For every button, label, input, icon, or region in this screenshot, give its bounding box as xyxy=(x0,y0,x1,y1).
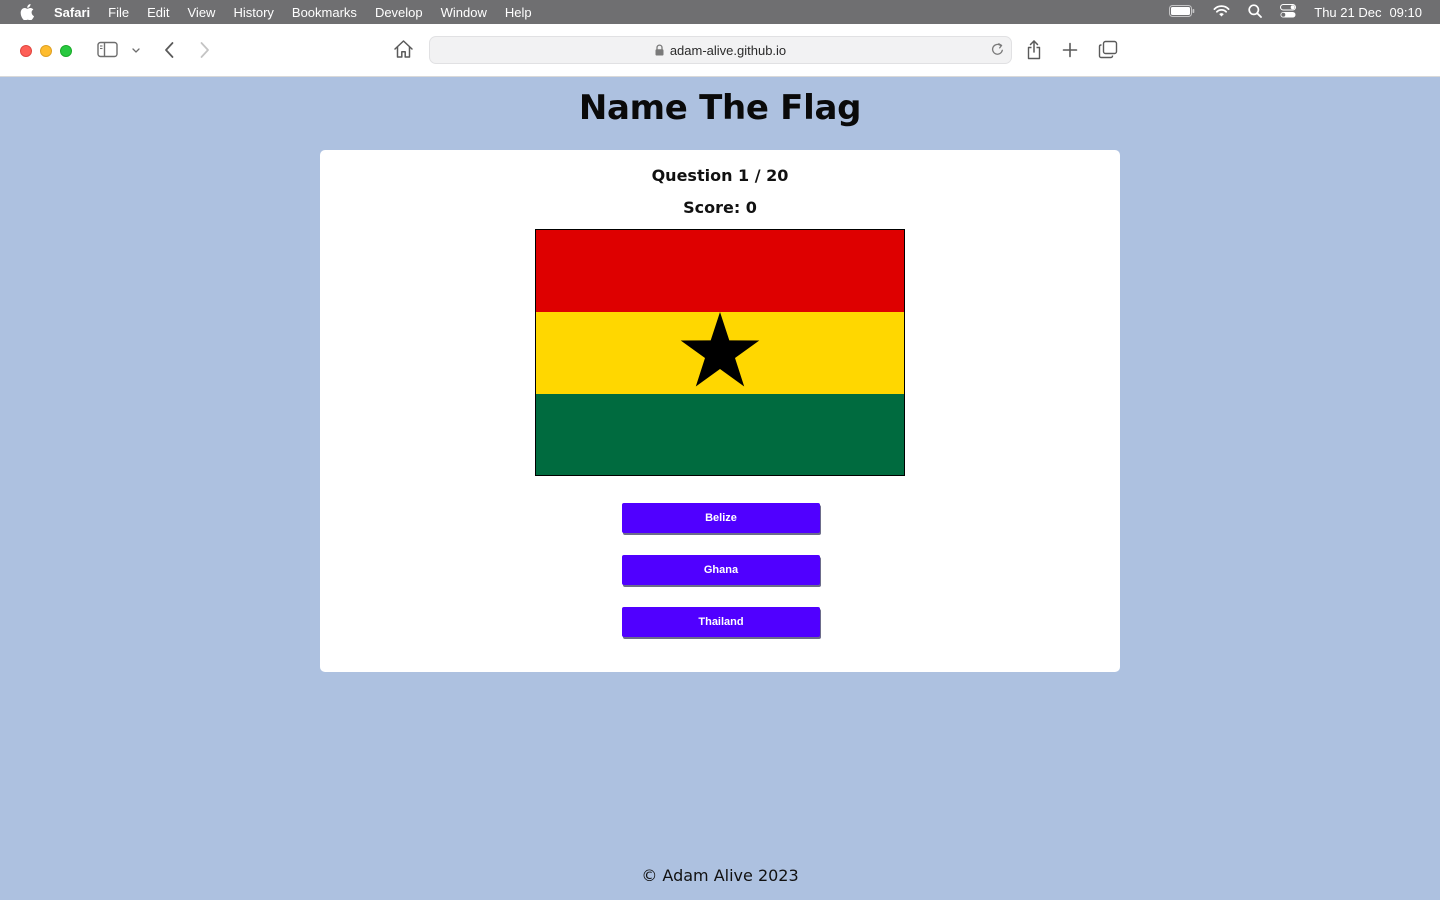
sidebar-toggle-icon[interactable] xyxy=(97,41,118,58)
menu-app-safari[interactable]: Safari xyxy=(54,5,99,20)
share-icon[interactable] xyxy=(1025,39,1043,61)
menu-bookmarks[interactable]: Bookmarks xyxy=(283,5,366,20)
fullscreen-window-button[interactable] xyxy=(60,45,72,57)
menu-history[interactable]: History xyxy=(224,5,282,20)
flag-stripe-red xyxy=(536,230,904,312)
minimize-window-button[interactable] xyxy=(40,45,52,57)
forward-arrow-icon[interactable] xyxy=(199,41,211,59)
back-arrow-icon[interactable] xyxy=(163,41,175,59)
home-icon[interactable] xyxy=(393,39,414,59)
spotlight-search-icon[interactable] xyxy=(1248,3,1263,21)
footer-copyright: © Adam Alive 2023 xyxy=(641,866,799,885)
new-tab-plus-icon[interactable] xyxy=(1062,42,1078,58)
flag-stripe-green xyxy=(536,394,904,475)
reload-icon[interactable] xyxy=(990,42,1005,60)
wifi-icon[interactable] xyxy=(1213,4,1230,20)
lock-icon xyxy=(655,44,664,56)
score-display: Score: 0 xyxy=(683,198,757,217)
menu-bar: Safari File Edit View History Bookmarks … xyxy=(0,0,1440,24)
chevron-down-icon[interactable] xyxy=(131,47,141,54)
tab-overview-icon[interactable] xyxy=(1098,40,1118,59)
apple-menu-icon[interactable] xyxy=(0,4,54,20)
answer-button-thailand[interactable]: Thailand xyxy=(622,607,820,637)
answer-button-belize[interactable]: Belize xyxy=(622,503,820,533)
url-text: adam-alive.github.io xyxy=(669,42,787,58)
menu-date: Thu 21 Dec xyxy=(1314,4,1382,20)
address-bar[interactable]: adam-alive.github.io xyxy=(429,36,1012,64)
menu-window[interactable]: Window xyxy=(432,5,496,20)
answer-button-ghana[interactable]: Ghana xyxy=(622,555,820,585)
menu-time: 09:10 xyxy=(1389,4,1422,20)
quiz-card: Question 1 / 20 Score: 0 Belize Ghana Th… xyxy=(320,150,1120,672)
flag-image xyxy=(535,229,905,476)
menu-file[interactable]: File xyxy=(99,5,138,20)
menu-clock[interactable]: Thu 21 Dec 09:10 xyxy=(1314,5,1422,20)
browser-toolbar: adam-alive.github.io xyxy=(0,24,1440,77)
question-counter: Question 1 / 20 xyxy=(651,166,789,185)
page-title: Name The Flag xyxy=(578,88,862,128)
battery-icon[interactable] xyxy=(1169,4,1195,20)
menu-view[interactable]: View xyxy=(179,5,225,20)
close-window-button[interactable] xyxy=(20,45,32,57)
menu-develop[interactable]: Develop xyxy=(366,5,432,20)
menu-edit[interactable]: Edit xyxy=(138,5,178,20)
menu-help[interactable]: Help xyxy=(496,5,541,20)
control-center-icon[interactable] xyxy=(1280,3,1297,21)
